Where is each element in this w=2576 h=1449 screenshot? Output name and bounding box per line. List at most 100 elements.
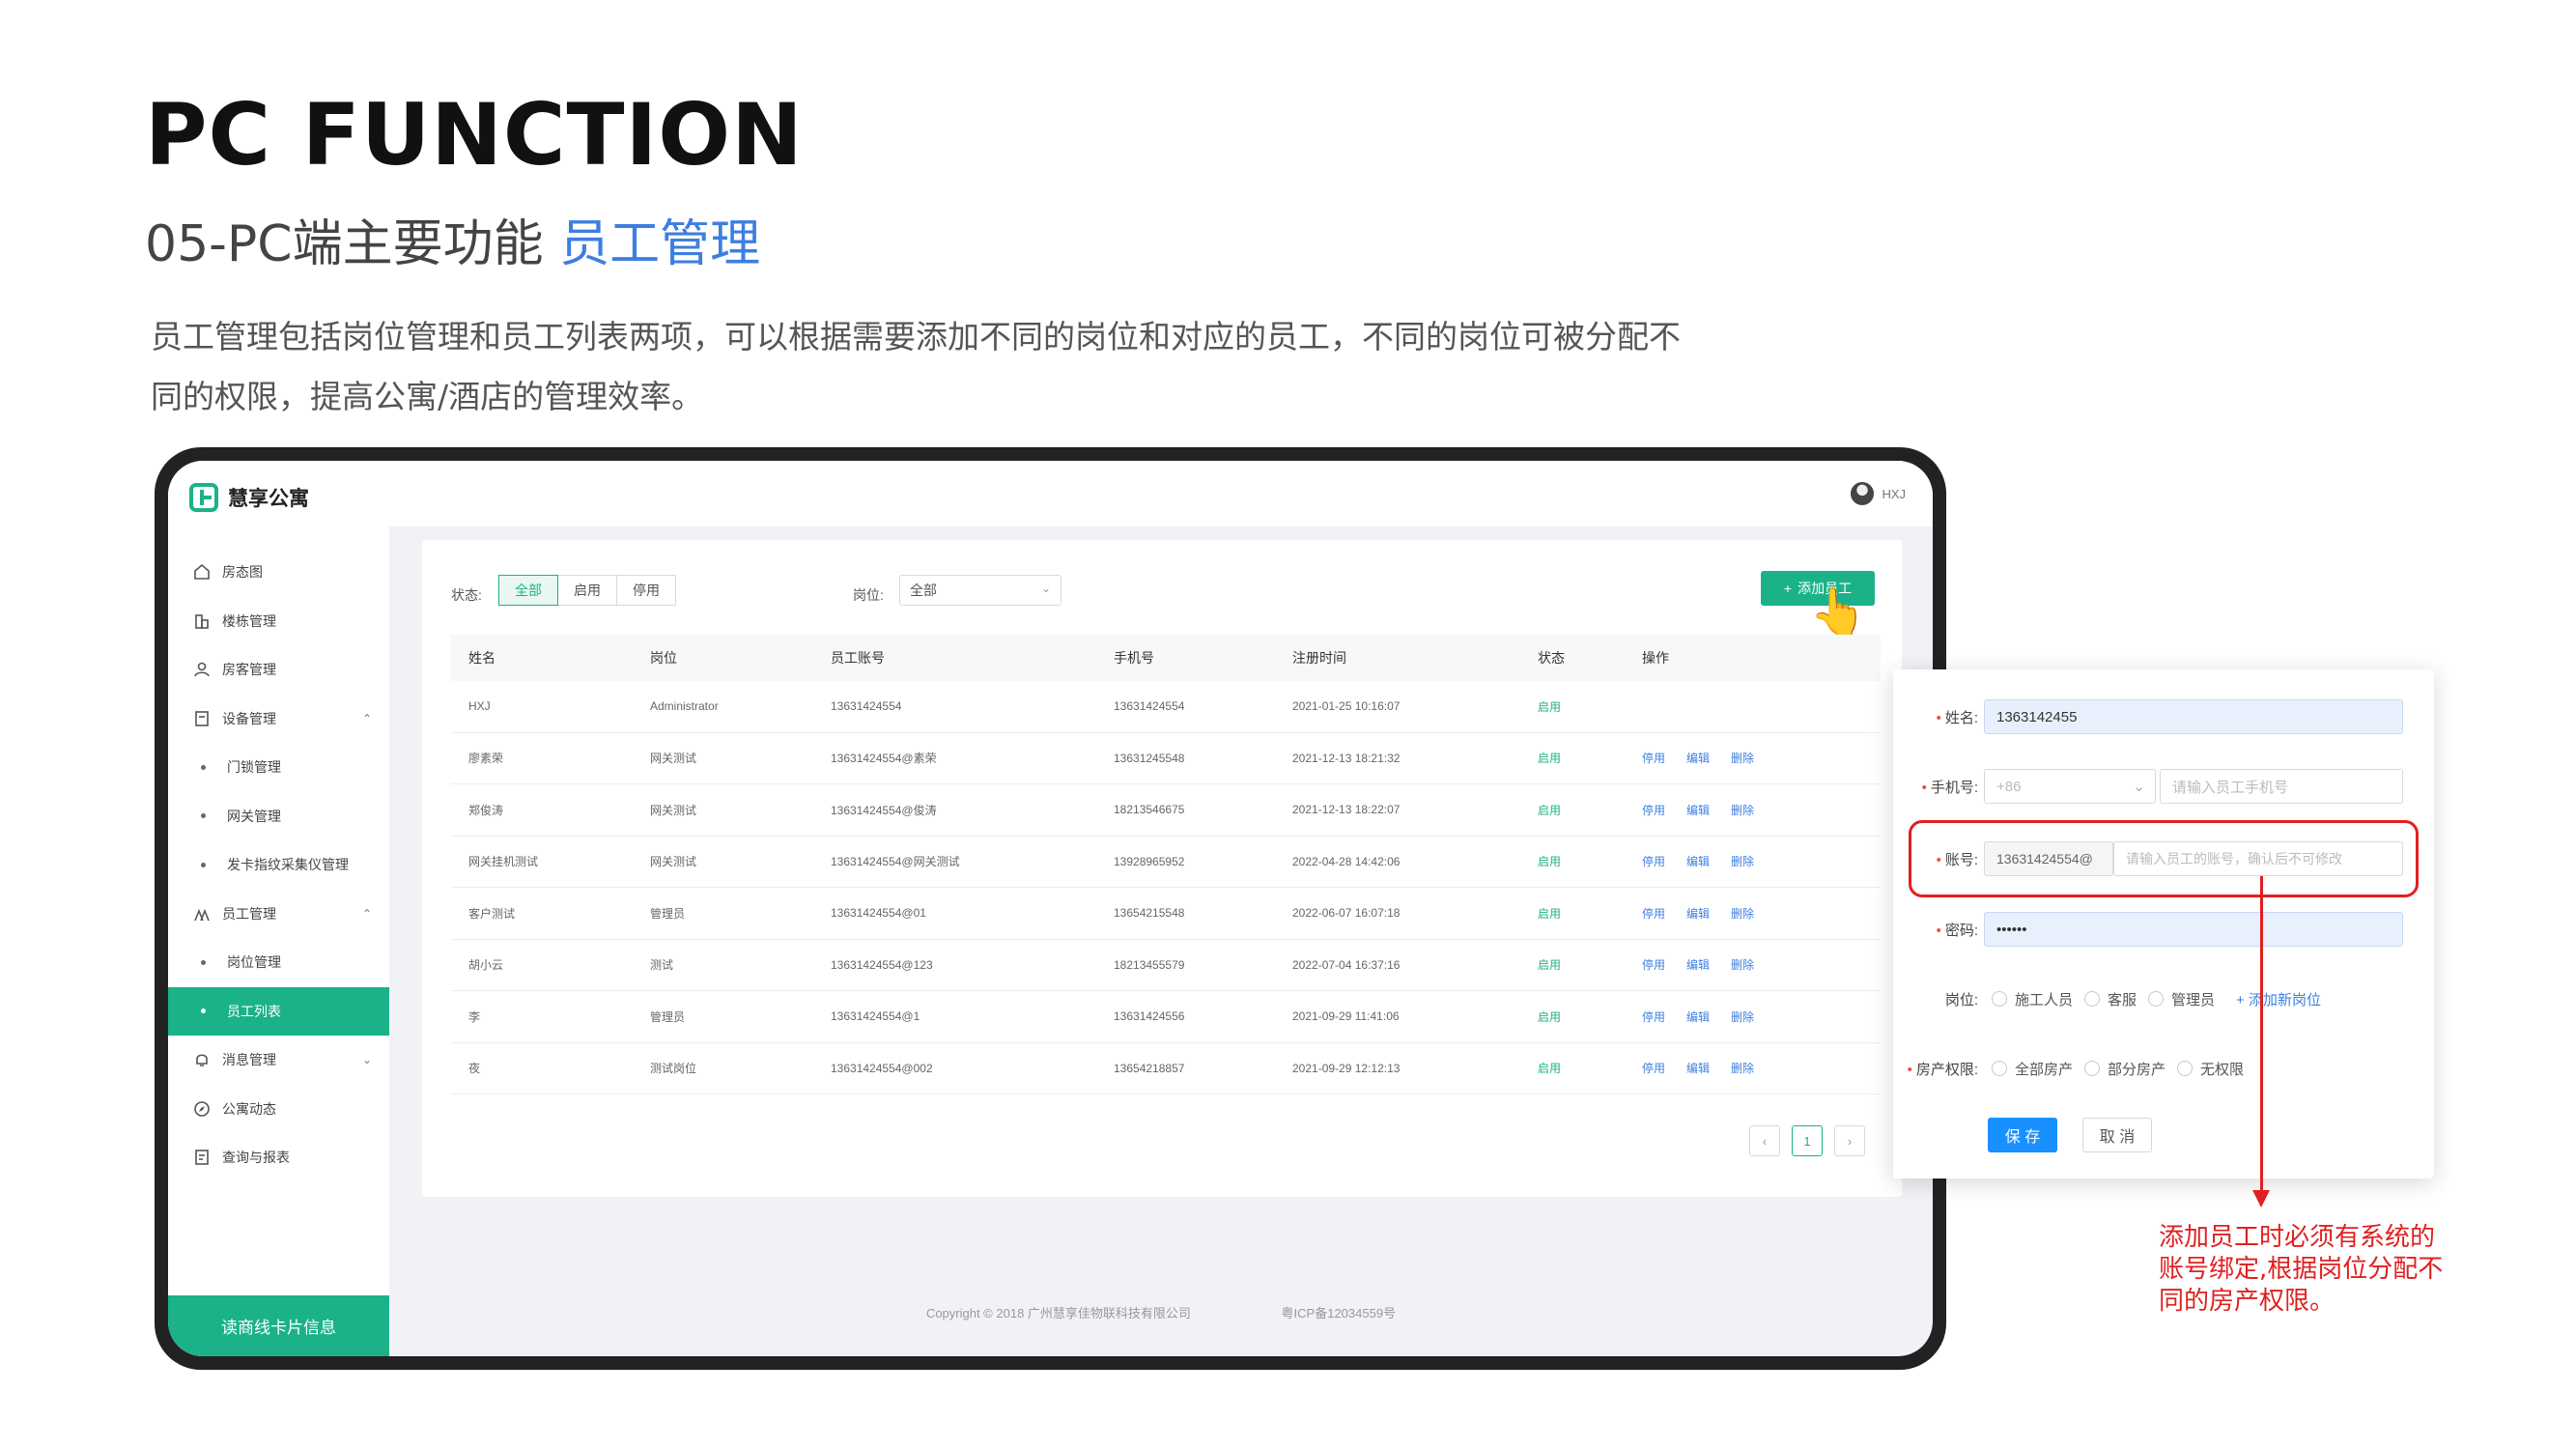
sidebar-item[interactable]: 消息管理 ⌄ — [168, 1036, 389, 1085]
sidebar-item-label: 查询与报表 — [222, 1150, 290, 1166]
cell-post: 测试岗位 — [650, 1062, 697, 1076]
cell-phone: 13631245548 — [1114, 751, 1185, 765]
action-link[interactable]: 停用 — [1642, 1010, 1665, 1024]
sidebar-item[interactable]: 岗位管理 — [168, 938, 389, 987]
action-link[interactable]: 编辑 — [1686, 1062, 1710, 1075]
action-link[interactable]: 编辑 — [1686, 1010, 1710, 1024]
action-link[interactable]: 停用 — [1642, 907, 1665, 921]
sidebar-item[interactable]: 员工列表 — [168, 986, 389, 1036]
add-post-link[interactable]: + 添加新岗位 — [2236, 989, 2321, 1009]
action-link[interactable]: 删除 — [1731, 752, 1754, 765]
sidebar-item[interactable]: 设备管理 ⌃ — [168, 695, 389, 744]
radio-label: 管理员 — [2171, 991, 2216, 1009]
radio-option[interactable]: 施工人员 — [1992, 989, 2073, 1009]
cell-phone: 13631424556 — [1114, 1009, 1185, 1024]
action-link[interactable]: 停用 — [1642, 752, 1665, 765]
password-field[interactable]: •••••• — [1984, 912, 2403, 947]
cell-phone: 13928965952 — [1114, 854, 1185, 868]
cell-account: 13631424554 — [831, 699, 902, 714]
subtitle-accent: 员工管理 — [559, 215, 761, 273]
copyright-text: Copyright © 2018 广州慧享佳物联科技有限公司 — [925, 1306, 1191, 1321]
radio-option[interactable]: 无权限 — [2177, 1059, 2244, 1079]
action-link[interactable]: 删除 — [1731, 958, 1754, 972]
status-option[interactable]: 启用 — [557, 575, 617, 606]
property-row: • 房产权限: 全部房产 部分房产 无权限 — [1893, 1049, 2434, 1088]
phone-label: 手机号: — [1930, 779, 1978, 796]
app-screen: 慧享公寓 房态图楼栋管理房客管理 设备管理 ⌃ 门锁管理 网关管理 发卡指纹采集仪管理 员工… — [168, 461, 1933, 1356]
app-name: 慧享公寓 — [228, 488, 309, 510]
action-link[interactable]: 编辑 — [1686, 958, 1710, 972]
sidebar-item-label: 楼栋管理 — [222, 612, 276, 629]
chevron-up-icon: ⌃ — [361, 711, 372, 725]
column-header: 姓名 — [468, 650, 495, 666]
phone-row: • 手机号: +86 ⌄ 请输入员工手机号 — [1893, 767, 2434, 806]
next-page-button[interactable]: › — [1834, 1125, 1865, 1156]
cell-account: 13631424554@1 — [831, 1009, 920, 1024]
user-menu[interactable]: HXJ — [1851, 482, 1906, 505]
radio-option[interactable]: 管理员 — [2148, 989, 2215, 1009]
user-icon — [193, 661, 211, 678]
prev-page-button[interactable]: ‹ — [1749, 1125, 1780, 1156]
radio-label: 施工人员 — [2015, 991, 2074, 1009]
page-1-button[interactable]: 1 — [1792, 1125, 1823, 1156]
cell-time: 2021-12-13 18:21:32 — [1292, 751, 1401, 765]
cell-actions: 停用 编辑 删除 — [1625, 802, 1881, 818]
status-option[interactable]: 全部 — [498, 575, 558, 606]
sidebar-item[interactable]: 网关管理 — [168, 792, 389, 841]
action-link[interactable]: 停用 — [1642, 804, 1665, 817]
cancel-button[interactable]: 取 消 — [2082, 1118, 2152, 1152]
cell-status: 启用 — [1538, 699, 1562, 714]
cell-status: 启用 — [1538, 906, 1562, 921]
action-link[interactable]: 编辑 — [1686, 752, 1710, 765]
action-link[interactable]: 停用 — [1642, 958, 1665, 972]
action-link[interactable]: 删除 — [1731, 855, 1754, 868]
sidebar-item[interactable]: 公寓动态 — [168, 1085, 389, 1134]
sidebar-item[interactable]: 楼栋管理 — [168, 597, 389, 646]
action-link[interactable]: 删除 — [1731, 907, 1754, 921]
sidebar-item[interactable]: 发卡指纹采集仪管理 — [168, 840, 389, 890]
home-icon — [193, 563, 211, 581]
sidebar-item[interactable]: 房客管理 — [168, 645, 389, 695]
cell-actions: 停用 编辑 删除 — [1625, 750, 1881, 766]
cell-status: 启用 — [1538, 752, 1562, 766]
action-link[interactable]: 删除 — [1731, 1010, 1754, 1024]
radio-circle-icon — [2177, 1061, 2194, 1076]
footer-copyright: Copyright © 2018 广州慧享佳物联科技有限公司 粤ICP备1203… — [168, 1303, 1933, 1321]
action-link[interactable]: 停用 — [1642, 855, 1665, 868]
sidebar-item[interactable]: 门锁管理 — [168, 743, 389, 792]
status-option[interactable]: 停用 — [616, 575, 676, 606]
action-link[interactable]: 删除 — [1731, 804, 1754, 817]
action-link[interactable]: 编辑 — [1686, 804, 1710, 817]
app-logo[interactable]: 慧享公寓 — [189, 478, 309, 517]
sidebar-item[interactable]: 房态图 — [168, 548, 389, 597]
cell-status: 启用 — [1538, 803, 1562, 817]
action-link[interactable]: 编辑 — [1686, 855, 1710, 868]
table-row: 夜 测试岗位 13631424554@002 13654218857 2021-09-2… — [451, 1043, 1881, 1094]
sidebar-item[interactable]: 查询与报表 — [168, 1133, 389, 1182]
phone-field[interactable]: 请输入员工手机号 — [2160, 769, 2403, 804]
annotation-note: 添加员工时必须有系统的账号绑定,根据岗位分配不同的房产权限。 — [2159, 1223, 2444, 1316]
cell-status: 启用 — [1538, 1062, 1562, 1076]
action-link[interactable]: 删除 — [1731, 1062, 1754, 1075]
radio-option[interactable]: 全部房产 — [1992, 1059, 2073, 1079]
bullet-icon — [201, 959, 206, 965]
cell-actions: 停用 编辑 删除 — [1625, 905, 1881, 922]
name-field[interactable]: 1363142455 — [1984, 699, 2403, 734]
sidebar-item[interactable]: 员工管理 ⌃ — [168, 890, 389, 939]
save-button[interactable]: 保 存 — [1988, 1118, 2057, 1152]
action-link[interactable]: 编辑 — [1686, 907, 1710, 921]
action-link[interactable]: 停用 — [1642, 1062, 1665, 1075]
radio-option[interactable]: 部分房产 — [2084, 1059, 2166, 1079]
table-row: 客户测试 管理员 13631424554@01 13654215548 2022-06-… — [451, 888, 1881, 940]
cell-time: 2022-06-07 16:07:18 — [1292, 906, 1401, 921]
cell-time: 2021-12-13 18:22:07 — [1292, 803, 1401, 817]
logo-icon — [189, 483, 218, 512]
icp-text[interactable]: 粤ICP备12034559号 — [1282, 1306, 1397, 1321]
phone-prefix-select[interactable]: +86 ⌄ — [1984, 769, 2156, 804]
radio-option[interactable]: 客服 — [2084, 989, 2137, 1009]
compass-icon — [193, 1100, 211, 1118]
post-filter-select[interactable]: 全部 ⌄ — [899, 575, 1062, 606]
bell-icon — [193, 1051, 211, 1068]
table-header: 姓名 岗位 员工账号 手机号 注册时间 状态 操作 — [451, 635, 1881, 681]
staff-icon — [193, 905, 211, 923]
